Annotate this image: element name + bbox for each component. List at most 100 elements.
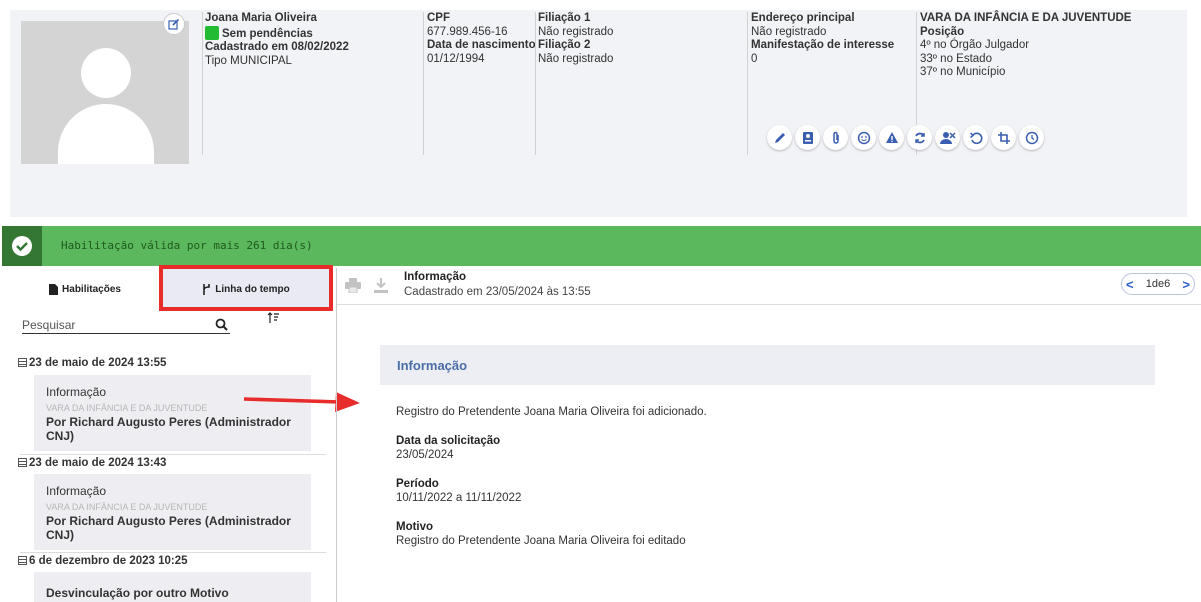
undo-icon (969, 131, 982, 144)
previous-button[interactable]: < (1126, 277, 1134, 292)
filiacao1-value: Não registrado (538, 25, 614, 38)
timeline-date-header: 23 de maio de 2024 13:43 (18, 457, 166, 469)
detail-subtitle: Cadastrado em 23/05/2024 às 13:55 (404, 286, 591, 298)
period-value: 10/11/2022 a 11/11/2022 (396, 492, 522, 504)
search-icon[interactable] (215, 318, 228, 331)
habilitacao-status-bar: Habilitação válida por mais 261 dia(s) (2, 226, 1201, 266)
warning-button[interactable] (879, 125, 904, 150)
check-circle-icon (12, 236, 32, 256)
habilitacao-status-text: Habilitação válida por mais 261 dia(s) (61, 239, 313, 252)
warning-icon (885, 131, 898, 143)
reason-label: Motivo (396, 521, 434, 533)
pretendente-name: Joana Maria Oliveira (205, 12, 317, 24)
timeline-date-header: 6 de dezembro de 2023 10:25 (18, 555, 188, 567)
divider (535, 12, 536, 155)
search-input[interactable] (22, 317, 207, 333)
cpf-value: 677.989.456-16 (427, 25, 508, 38)
divider (747, 12, 748, 155)
registered-date: Cadastrado em 08/02/2022 (205, 41, 349, 53)
tab-habilitacoes[interactable]: Habilitações (10, 268, 160, 311)
timeline-date-label: 23 de maio de 2024 13:43 (29, 457, 167, 469)
attachments-button[interactable] (823, 125, 848, 150)
entry-court: VARA DA INFÂNCIA E DA JUVENTUDE (46, 502, 208, 512)
timeline-entry-card[interactable]: Desvinculação por outro Motivo (34, 572, 311, 602)
print-icon[interactable] (345, 278, 361, 293)
annotation-highlight-box (159, 265, 333, 311)
filiacao-column: Filiação 1 Não registrado Filiação 2 Não… (538, 12, 613, 66)
timeline-entry-card[interactable]: Informação VARA DA INFÂNCIA E DA JUVENTU… (34, 474, 311, 550)
cpf-column: CPF 677.989.456-16 Data de nascimento 01… (427, 12, 536, 66)
interest-label: Manifestação de interesse (751, 39, 895, 51)
status-check-box (2, 226, 42, 266)
profile-photo-placeholder (21, 21, 189, 164)
calendar-icon (18, 358, 27, 367)
user-remove-icon (939, 131, 956, 144)
crop-button[interactable] (991, 125, 1016, 150)
pretendente-type: Tipo MUNICIPAL (205, 54, 292, 67)
timeline-date-header: 23 de maio de 2024 13:55 (18, 357, 166, 369)
position-city: 37º no Município (920, 66, 1006, 78)
detail-section-header: Informação (380, 345, 1155, 385)
divider (20, 454, 326, 455)
edit-photo-button[interactable] (163, 13, 185, 35)
status-ok-icon (205, 25, 219, 40)
timeline-date-label: 6 de dezembro de 2023 10:25 (29, 555, 188, 567)
entry-title: Desvinculação por outro Motivo (46, 586, 229, 600)
pencil-icon (774, 132, 785, 143)
request-date-label: Data da solicitação (396, 435, 501, 447)
entry-author: Por Richard Augusto Peres (Administrador… (46, 415, 291, 443)
sync-button[interactable] (907, 125, 932, 150)
status-text: Sem pendências (222, 27, 313, 40)
detail-title: Informação (404, 271, 466, 283)
history-icon (1025, 131, 1038, 144)
court-name: VARA DA INFÂNCIA E DA JUVENTUDE (920, 12, 1132, 24)
request-date-value: 23/05/2024 (396, 449, 454, 461)
sort-icon[interactable] (267, 312, 279, 323)
pretendente-header-card: Joana Maria Oliveira Sem pendências Cada… (10, 10, 1187, 217)
interest-value: 0 (751, 52, 758, 65)
timeline-detail-panel: Informação Cadastrado em 23/05/2024 às 1… (336, 268, 1201, 602)
position-state: 33º no Estado (920, 52, 992, 65)
detail-section-title: Informação (397, 358, 468, 373)
pager-count: 1de6 (1145, 278, 1171, 290)
birth-value: 01/12/1994 (427, 52, 485, 65)
avatar-head-shape (81, 48, 131, 98)
avatar-body-shape (58, 104, 154, 164)
address-value: Não registrado (751, 25, 827, 38)
edit-icon (168, 18, 180, 30)
filiacao2-label: Filiação 2 (538, 39, 591, 51)
status-line: Sem pendências (205, 25, 349, 42)
id-card-icon (802, 131, 813, 144)
sync-icon (914, 132, 925, 143)
detail-toolbar: Informação Cadastrado em 23/05/2024 às 1… (337, 268, 1201, 305)
calendar-icon (18, 458, 27, 467)
entry-author: Por Richard Augusto Peres (Administrador… (46, 514, 291, 542)
period-label: Período (396, 478, 439, 490)
timeline-sidebar: Habilitações Linha do tempo 23 de maio d… (10, 265, 336, 602)
divider (20, 552, 326, 553)
calendar-icon (18, 556, 27, 565)
position-court: 4º no Órgão Julgador (920, 39, 1030, 51)
record-pager: < 1de6 > (1121, 273, 1195, 295)
position-label: Posição (920, 25, 965, 38)
remove-user-button[interactable] (935, 125, 960, 150)
action-toolbar (767, 125, 1044, 150)
history-button[interactable] (1019, 125, 1044, 150)
filiacao2-value: Não registrado (538, 52, 614, 65)
identity-column: Joana Maria Oliveira Sem pendências Cada… (205, 12, 349, 68)
tab-habilitacoes-label: Habilitações (62, 284, 121, 295)
edit-button[interactable] (767, 125, 792, 150)
filiacao1-label: Filiação 1 (538, 12, 591, 24)
undo-button[interactable] (963, 125, 988, 150)
download-icon[interactable] (374, 278, 388, 293)
divider (202, 12, 203, 155)
reason-value: Registro do Pretendente Joana Maria Oliv… (396, 535, 686, 547)
timeline-date-label: 23 de maio de 2024 13:55 (29, 357, 167, 369)
position-column: VARA DA INFÂNCIA E DA JUVENTUDE Posição … (920, 12, 1131, 80)
next-button[interactable]: > (1182, 277, 1190, 292)
address-label: Endereço principal (751, 12, 855, 24)
address-column: Endereço principal Não registrado Manife… (751, 12, 894, 66)
face-icon (857, 131, 870, 144)
id-card-button[interactable] (795, 125, 820, 150)
face-button[interactable] (851, 125, 876, 150)
